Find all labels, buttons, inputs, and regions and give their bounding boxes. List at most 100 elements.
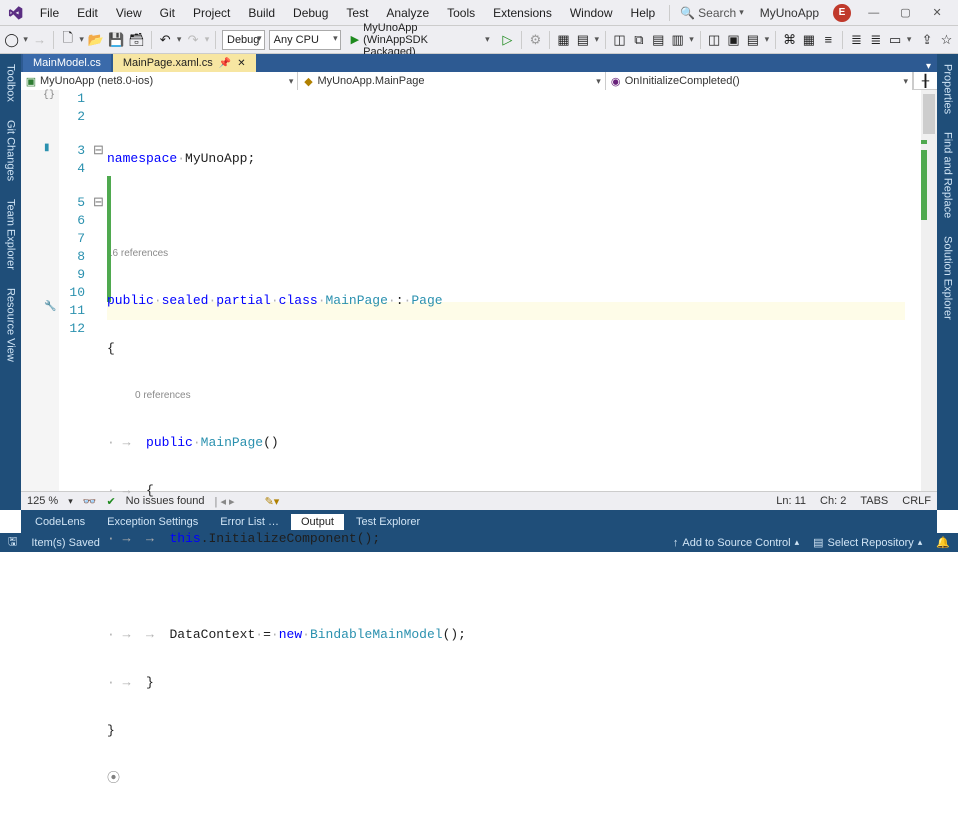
btn-b[interactable]: ▦ xyxy=(556,29,571,51)
menu-window[interactable]: Window xyxy=(562,3,621,23)
menu-debug[interactable]: Debug xyxy=(285,3,336,23)
breakpoint-margin[interactable] xyxy=(21,90,41,491)
properties-tab[interactable]: Properties xyxy=(942,60,954,118)
live-share-icon[interactable]: ☆ xyxy=(939,29,954,51)
menu-view[interactable]: View xyxy=(108,3,150,23)
menu-extensions[interactable]: Extensions xyxy=(485,3,560,23)
btn-o[interactable]: ≣ xyxy=(868,29,883,51)
nav-project-label: MyUnoApp (net8.0-ios) xyxy=(40,75,153,87)
btab-errorlist[interactable]: Error List … xyxy=(210,514,289,530)
search-box[interactable]: 🔍 Search ▾ xyxy=(676,6,748,20)
search-label: Search xyxy=(698,6,736,20)
save-status-icon: 🖫 xyxy=(8,533,17,552)
toolbox-tab[interactable]: Toolbox xyxy=(5,60,17,106)
btn-f[interactable]: ▤ xyxy=(651,29,666,51)
fold-margin[interactable]: ⊟ ⊟ xyxy=(93,90,107,491)
code-area[interactable]: namespace·MyUnoApp; 16 references public… xyxy=(107,90,921,491)
csproj-icon: ▣ xyxy=(25,75,37,87)
new-button[interactable]: 🗋 xyxy=(60,29,75,51)
doctab-mainpage[interactable]: MainPage.xaml.cs 📌 ✕ xyxy=(113,54,256,72)
codelens-class[interactable]: 16 references xyxy=(107,246,921,262)
status-message: Item(s) Saved xyxy=(31,537,99,549)
find-replace-tab[interactable]: Find and Replace xyxy=(942,128,954,222)
user-badge[interactable]: E xyxy=(833,4,851,22)
chevron-down-icon[interactable]: ▾ xyxy=(926,61,931,72)
btn-h[interactable]: ◫ xyxy=(707,29,722,51)
nav-type-combo[interactable]: ◆ MyUnoApp.MainPage xyxy=(298,72,605,90)
main-toolbar: ◯ ▾ → 🗋 ▾ 📂 💾 🗃 ↶ ▾ ↷ ▾ Debug Any CPU ▶ … xyxy=(0,26,958,54)
menu-build[interactable]: Build xyxy=(240,3,283,23)
undo-button[interactable]: ↶ xyxy=(157,29,172,51)
btn-a[interactable]: ⚙ xyxy=(528,29,543,51)
glasses-icon[interactable]: 👓 xyxy=(83,495,97,508)
btn-k[interactable]: ⌘ xyxy=(782,29,797,51)
code-nav-bar: ▣ MyUnoApp (net8.0-ios) ◆ MyUnoApp.MainP… xyxy=(21,72,937,90)
btn-j[interactable]: ▤ xyxy=(745,29,760,51)
menu-test[interactable]: Test xyxy=(338,3,376,23)
zoom-level[interactable]: 125 % xyxy=(27,495,58,507)
class-icon: ◆ xyxy=(302,75,314,87)
codelens-ctor[interactable]: 0 references xyxy=(107,388,921,404)
menu-analyze[interactable]: Analyze xyxy=(378,3,437,23)
bell-icon[interactable]: 🔔 xyxy=(936,536,950,549)
line-numbers: 1 2 3 4 5 6 7 8 9 10 11 12 xyxy=(59,90,93,491)
nav-back-button[interactable]: ◯ xyxy=(4,29,19,51)
save-button[interactable]: 💾 xyxy=(108,29,124,51)
btn-e[interactable]: ⧉ xyxy=(631,29,646,51)
nav-project-combo[interactable]: ▣ MyUnoApp (net8.0-ios) xyxy=(21,72,298,90)
share-icon[interactable]: ⇪ xyxy=(919,29,934,51)
platform-combo[interactable]: Any CPU xyxy=(269,30,341,50)
start-label: MyUnoApp (WinAppSDK Packaged) xyxy=(363,22,481,58)
btn-i[interactable]: ▣ xyxy=(726,29,741,51)
save-all-button[interactable]: 🗃 xyxy=(128,29,145,51)
document-tabs: MainModel.cs MainPage.xaml.cs 📌 ✕ ▾ xyxy=(21,54,937,72)
nav-member-label: OnInitializeCompleted() xyxy=(625,75,740,87)
git-changes-tab[interactable]: Git Changes xyxy=(5,116,17,185)
start-debug-button[interactable]: ▶ MyUnoApp (WinAppSDK Packaged) ▾ xyxy=(345,30,496,50)
close-icon[interactable]: ✕ xyxy=(237,58,245,69)
pin-icon[interactable]: 📌 xyxy=(219,58,231,69)
minimize-button[interactable]: — xyxy=(859,3,889,23)
restore-button[interactable]: ▢ xyxy=(891,2,921,23)
menu-project[interactable]: Project xyxy=(185,3,238,23)
btn-m[interactable]: ≡ xyxy=(821,29,836,51)
team-explorer-tab[interactable]: Team Explorer xyxy=(5,195,17,274)
btn-c[interactable]: ▤ xyxy=(575,29,590,51)
nav-type-label: MyUnoApp.MainPage xyxy=(317,75,424,87)
play-icon: ▶ xyxy=(351,33,359,46)
btn-n[interactable]: ≣ xyxy=(849,29,864,51)
btab-output[interactable]: Output xyxy=(291,514,344,530)
menu-file[interactable]: File xyxy=(32,3,67,23)
config-combo[interactable]: Debug xyxy=(222,30,265,50)
doctab-label: MainPage.xaml.cs xyxy=(123,57,213,69)
menu-tools[interactable]: Tools xyxy=(439,3,483,23)
code-editor[interactable]: {} ▮ 🔧 1 2 3 4 5 6 7 8 9 10 11 12 ⊟ ⊟ na… xyxy=(21,90,937,491)
scroll-thumb[interactable] xyxy=(923,94,935,134)
close-window-button[interactable]: ✕ xyxy=(922,2,952,23)
split-icon[interactable]: ╂ xyxy=(913,72,937,89)
resource-view-tab[interactable]: Resource View xyxy=(5,284,17,366)
btab-exception[interactable]: Exception Settings xyxy=(97,514,208,530)
vertical-scrollbar[interactable] xyxy=(921,90,937,491)
btab-codelens[interactable]: CodeLens xyxy=(25,514,95,530)
redo-button[interactable]: ↷ xyxy=(185,29,200,51)
nav-fwd-button[interactable]: → xyxy=(32,29,47,51)
open-button[interactable]: 📂 xyxy=(88,29,104,51)
menu-git[interactable]: Git xyxy=(152,3,183,23)
menu-help[interactable]: Help xyxy=(623,3,664,23)
right-tool-strip: Properties Find and Replace Solution Exp… xyxy=(937,54,958,510)
solution-explorer-tab[interactable]: Solution Explorer xyxy=(942,232,954,324)
left-tool-strip: Toolbox Git Changes Team Explorer Resour… xyxy=(0,54,21,510)
btn-l[interactable]: ▦ xyxy=(801,29,816,51)
menu-edit[interactable]: Edit xyxy=(69,3,106,23)
btn-d[interactable]: ◫ xyxy=(612,29,627,51)
btn-p[interactable]: ▭ xyxy=(887,29,902,51)
search-icon: 🔍 xyxy=(680,6,695,20)
doctab-mainmodel[interactable]: MainModel.cs xyxy=(23,54,111,72)
btab-testexplorer[interactable]: Test Explorer xyxy=(346,514,430,530)
start-no-debug-button[interactable]: ▷ xyxy=(500,29,515,51)
method-icon: ◉ xyxy=(610,75,622,87)
chevron-down-icon: ▾ xyxy=(739,7,744,18)
btn-g[interactable]: ▥ xyxy=(670,29,685,51)
nav-member-combo[interactable]: ◉ OnInitializeCompleted() xyxy=(606,72,913,90)
